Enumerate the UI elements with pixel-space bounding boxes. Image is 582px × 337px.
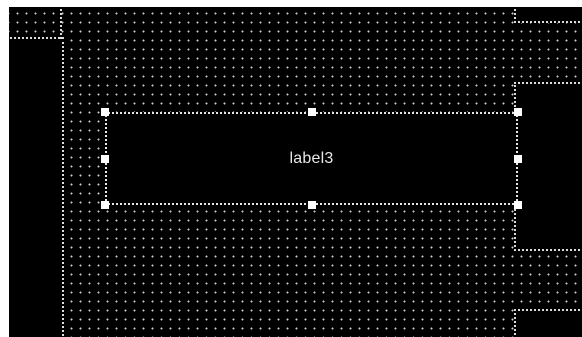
resize-handle-bottom-right[interactable] xyxy=(514,201,522,209)
control-right-top-panel[interactable] xyxy=(514,7,582,23)
control-right-middle-panel[interactable] xyxy=(514,82,582,251)
resize-handle-middle-right[interactable] xyxy=(514,155,522,163)
design-surface[interactable]: label3 xyxy=(9,7,582,337)
resize-handle-top-center[interactable] xyxy=(308,108,316,116)
resize-handle-top-right[interactable] xyxy=(514,108,522,116)
control-right-bottom-panel[interactable] xyxy=(514,309,582,337)
control-left-edge xyxy=(60,7,62,39)
resize-handle-bottom-center[interactable] xyxy=(308,201,316,209)
resize-handle-top-left[interactable] xyxy=(101,108,109,116)
resize-handle-middle-left[interactable] xyxy=(101,155,109,163)
selected-label-control[interactable]: label3 xyxy=(105,112,518,205)
control-left-panel[interactable] xyxy=(9,37,64,337)
label-text: label3 xyxy=(289,149,334,167)
resize-handle-bottom-left[interactable] xyxy=(101,201,109,209)
